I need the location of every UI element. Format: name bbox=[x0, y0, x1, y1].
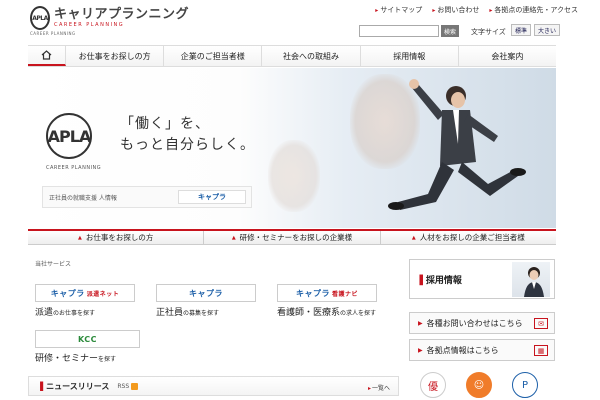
main-nav: お仕事をお探しの方 企業のご担当者様 社会への取組み 採用情報 会社案内 bbox=[28, 45, 556, 67]
news-release-header: ニュースリリース RSS 一覧へ bbox=[28, 376, 399, 396]
logo[interactable]: APLA キャリアプランニング CAREER PLANNING bbox=[30, 6, 189, 30]
hero-copy-line1: 「働く」を、 bbox=[120, 116, 210, 132]
hero-box-text: 正社員の就職支援 人情報 bbox=[49, 194, 117, 202]
search-input[interactable] bbox=[359, 25, 439, 37]
service-dispatch[interactable]: キャプラ 派遣ネット 派遣のお仕事を探す bbox=[35, 284, 135, 318]
sitemap-link[interactable]: サイトマップ bbox=[375, 5, 422, 15]
logo-mark: APLA bbox=[30, 6, 50, 30]
font-size-label: 文字サイズ bbox=[471, 28, 506, 36]
hero-banner[interactable]: APLA CAREER PLANNING 「働く」を、 もっと自分らしく。 正社… bbox=[28, 68, 556, 228]
sub-nav: お仕事をお探しの方 研修・セミナーをお探しの企業様 人材をお探しの企業ご担当者様 bbox=[28, 229, 556, 245]
service-seminar-logo: KCC bbox=[35, 330, 140, 348]
jumping-businessman-image bbox=[388, 79, 526, 210]
top-links: サイトマップ お問い合わせ 各拠点の連絡先・アクセス bbox=[375, 5, 578, 15]
nav-item-companies[interactable]: 企業のご担当者様 bbox=[164, 46, 263, 66]
hero-photo-person bbox=[268, 140, 320, 212]
subnav-item-seminars[interactable]: 研修・セミナーをお探しの企業様 bbox=[204, 231, 381, 244]
hero-copy-line2: もっと自分らしく。 bbox=[120, 137, 255, 153]
hero-logo-sub: CAREER PLANNING bbox=[46, 165, 102, 171]
nav-item-company[interactable]: 会社案内 bbox=[459, 46, 556, 66]
services-label: 当社サービス bbox=[35, 261, 72, 268]
contact-box-label: 各種お問い合わせはこちら bbox=[426, 318, 523, 328]
contact-link[interactable]: お問い合わせ bbox=[432, 5, 479, 15]
offices-link[interactable]: 各拠点の連絡先・アクセス bbox=[489, 5, 578, 15]
contact-box[interactable]: 各種お問い合わせはこちら ✉ bbox=[409, 312, 555, 334]
rss-icon bbox=[131, 382, 139, 390]
hero-capla-logo[interactable]: キャプラ bbox=[178, 190, 246, 204]
privacy-mark-icon[interactable]: P bbox=[512, 372, 538, 398]
offices-box-label: 各拠点情報はこちら bbox=[426, 345, 499, 355]
page: APLA キャリアプランニング CAREER PLANNING CAREER P… bbox=[0, 0, 600, 400]
logo-subtitle: CAREER PLANNING bbox=[30, 31, 76, 36]
offices-box[interactable]: 各拠点情報はこちら ▦ bbox=[409, 339, 555, 361]
service-nursing[interactable]: キャプラ 看護ナビ 看護師・医療系の求人を探す bbox=[277, 284, 377, 318]
logo-en: CAREER PLANNING bbox=[54, 22, 125, 28]
nav-item-recruit[interactable]: 採用情報 bbox=[361, 46, 459, 66]
home-icon bbox=[41, 50, 52, 60]
service-nursing-logo: キャプラ 看護ナビ bbox=[277, 284, 377, 302]
nav-item-social[interactable]: 社会への取組み bbox=[262, 46, 361, 66]
nav-item-job-seekers[interactable]: お仕事をお探しの方 bbox=[66, 46, 165, 66]
service-fulltime-logo: キャプラ bbox=[156, 284, 256, 302]
service-dispatch-text: 派遣のお仕事を探す bbox=[35, 308, 96, 318]
rss-link[interactable]: RSS bbox=[117, 382, 139, 390]
search-button[interactable]: 検索 bbox=[441, 25, 459, 37]
building-icon: ▦ bbox=[534, 345, 548, 356]
mail-icon: ✉ bbox=[534, 318, 548, 329]
news-more-link[interactable]: 一覧へ bbox=[368, 383, 390, 392]
service-fulltime-text: 正社員の募集を探す bbox=[156, 308, 220, 318]
subnav-item-job-seekers[interactable]: お仕事をお探しの方 bbox=[28, 231, 205, 244]
subnav-item-hr-companies[interactable]: 人材をお探しの企業ご担当者様 bbox=[381, 231, 556, 244]
recruit-title: 採用情報 bbox=[416, 273, 462, 286]
hero-logo-mark: APLA bbox=[46, 113, 92, 159]
smile-badge-icon[interactable]: ☺ bbox=[466, 372, 492, 398]
service-seminar[interactable]: KCC 研修・セミナーを探す bbox=[35, 330, 140, 364]
service-dispatch-logo: キャプラ 派遣ネット bbox=[35, 284, 135, 302]
service-fulltime[interactable]: キャプラ 正社員の募集を探す bbox=[156, 284, 256, 318]
recruit-photo bbox=[512, 262, 550, 297]
certification-badge-icon[interactable]: 優 bbox=[420, 372, 446, 398]
font-size-standard-button[interactable]: 標準 bbox=[511, 24, 532, 36]
service-nursing-text: 看護師・医療系の求人を探す bbox=[277, 308, 377, 318]
service-seminar-text: 研修・セミナーを探す bbox=[35, 354, 117, 364]
logo-jp: キャリアプランニング bbox=[54, 7, 190, 22]
nav-home[interactable] bbox=[28, 46, 66, 66]
news-title: ニュースリリース bbox=[37, 381, 109, 392]
font-size-large-button[interactable]: 大きい bbox=[534, 24, 561, 36]
recruit-banner[interactable]: 採用情報 bbox=[409, 259, 555, 299]
